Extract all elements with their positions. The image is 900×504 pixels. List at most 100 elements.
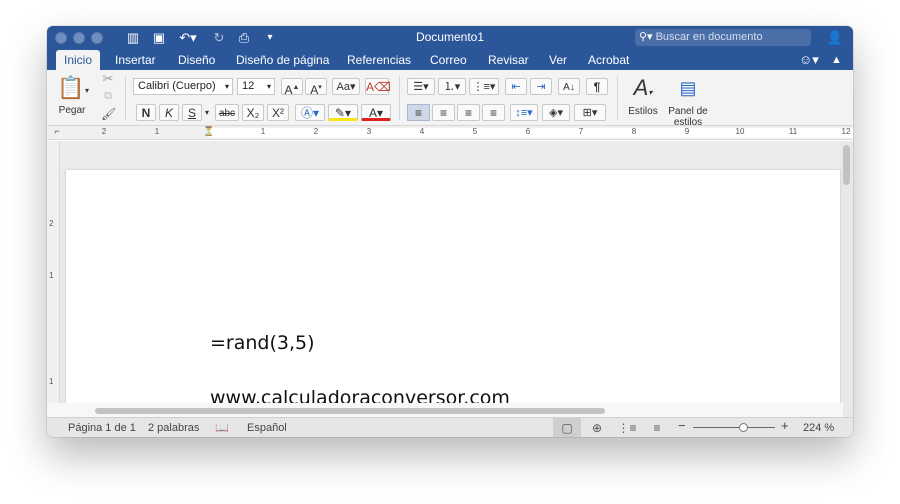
zoom-level[interactable]: 224 % — [803, 421, 834, 435]
status-bar: Página 1 de 1 2 palabras 📖 Español ▢ ⊕ ⋮… — [47, 417, 853, 437]
styles-pane-label-1: Panel de — [668, 106, 708, 117]
page-count[interactable]: Página 1 de 1 — [68, 421, 136, 435]
ruler-number: 2 — [313, 127, 319, 136]
sort-icon[interactable]: A↓ — [558, 78, 580, 95]
ruler-number: 5 — [472, 127, 478, 136]
numbering-icon[interactable]: ⒈▾ — [438, 78, 466, 95]
tab-inicio[interactable]: Inicio — [56, 50, 101, 70]
styles-label: Estilos — [628, 106, 658, 117]
strikethrough-button[interactable]: abc — [215, 104, 239, 121]
bullets-icon[interactable]: ☰▾ — [407, 78, 435, 95]
underline-button[interactable]: S — [182, 104, 202, 121]
bold-button[interactable]: N — [136, 104, 156, 121]
increase-indent-icon[interactable]: ⇥ — [530, 78, 552, 95]
ribbon-tabs: Inicio Insertar Diseño Diseño de página … — [47, 50, 853, 70]
change-case-icon[interactable]: Aa▾ — [332, 78, 360, 95]
tab-correo[interactable]: Correo — [430, 50, 467, 70]
tab-insertar[interactable]: Insertar — [115, 50, 156, 70]
zoom-out-button[interactable]: − — [678, 419, 686, 433]
ruler-number: 2 — [101, 127, 107, 136]
ruler-number: 11 — [788, 127, 798, 136]
styles-pane-label[interactable]: Panel de estilos — [665, 106, 711, 128]
search-icon: ⚲▾ — [639, 31, 653, 43]
collapse-ribbon-icon[interactable]: ▲ — [831, 50, 842, 70]
tab-revisar[interactable]: Revisar — [488, 50, 529, 70]
tab-diseno[interactable]: Diseño — [178, 50, 215, 70]
line-spacing-icon[interactable]: ↕≡▾ — [510, 104, 538, 121]
align-right-icon[interactable]: ≡ — [457, 104, 480, 121]
ribbon-home: 📋 ▾ Pegar ✂ ⧉ 🖌 Calibri (Cuerpo) ▾ 12 ▾ A▲… — [47, 70, 853, 128]
ruler-number: 1 — [260, 127, 266, 136]
clear-formatting-icon[interactable]: A⌫ — [365, 78, 391, 95]
shading-icon[interactable]: ◈▾ — [542, 104, 570, 121]
font-name-select[interactable]: Calibri (Cuerpo) ▾ — [133, 78, 233, 95]
web-layout-icon[interactable]: ⊕ — [583, 418, 611, 437]
zoom-in-button[interactable]: + — [781, 419, 789, 433]
paste-options-chevron-icon[interactable]: ▾ — [83, 82, 91, 99]
ruler-number: 3 — [366, 127, 372, 136]
title-bar: ▥ ▣ ↶▾ ↻ ⎙ ▾ Documento1 ⚲▾ Buscar en docu… — [47, 26, 853, 50]
separator — [399, 76, 400, 120]
styles-pane-icon[interactable]: ▤ — [675, 74, 701, 102]
tab-ver[interactable]: Ver — [549, 50, 567, 70]
cut-icon[interactable]: ✂ — [101, 70, 115, 87]
document-area: 2 1 1 =rand(3,5) www.calculadoraconverso… — [47, 141, 853, 417]
format-painter-icon[interactable]: 🖌 — [101, 106, 116, 123]
multilevel-list-icon[interactable]: ⋮≡▾ — [469, 78, 499, 95]
smiley-feedback-icon[interactable]: ☺▾ — [799, 50, 819, 70]
draft-view-icon[interactable]: ≡ — [643, 418, 671, 437]
outline-view-icon[interactable]: ⋮≡ — [613, 418, 641, 437]
styles-gallery-icon[interactable]: A▾ — [627, 74, 659, 102]
zoom-slider-track[interactable] — [693, 427, 775, 428]
print-layout-icon[interactable]: ▢ — [553, 418, 581, 437]
word-count[interactable]: 2 palabras — [148, 421, 199, 435]
ruler-number: 9 — [684, 127, 690, 136]
vertical-scrollbar[interactable] — [843, 145, 850, 185]
font-size-value: 12 — [242, 80, 255, 92]
borders-icon[interactable]: ⊞▾ — [574, 104, 606, 121]
highlight-color-icon[interactable]: ✎▾ — [328, 104, 358, 121]
document-page[interactable]: =rand(3,5) www.calculadoraconversor.com — [66, 170, 840, 417]
font-size-select[interactable]: 12 ▾ — [237, 78, 275, 95]
language[interactable]: Español — [247, 421, 287, 435]
font-name-chevron-icon: ▾ — [224, 82, 229, 91]
ruler-number: 4 — [419, 127, 425, 136]
justify-icon[interactable]: ≡ — [482, 104, 505, 121]
ruler-number: 1 — [154, 127, 160, 136]
vertical-ruler[interactable]: 2 1 1 — [47, 141, 60, 417]
font-size-chevron-icon: ▾ — [266, 82, 271, 91]
tab-acrobat[interactable]: Acrobat — [588, 50, 629, 70]
font-name-value: Calibri (Cuerpo) — [138, 80, 216, 92]
tab-diseno-pagina[interactable]: Diseño de página — [236, 50, 329, 70]
grow-font-icon[interactable]: A▲ — [281, 78, 303, 97]
ruler-number: 6 — [525, 127, 531, 136]
proofing-icon[interactable]: 📖 — [215, 421, 229, 435]
tab-referencias[interactable]: Referencias — [347, 50, 411, 70]
horizontal-ruler[interactable]: ⌐ 2 1 ⏳ 1 2 3 4 5 6 7 8 9 10 11 12 — [47, 126, 853, 140]
align-left-icon[interactable]: ≡ — [407, 104, 430, 121]
separator — [125, 76, 126, 120]
ruler-number: 7 — [578, 127, 584, 136]
show-marks-icon[interactable]: ¶ — [586, 78, 608, 95]
vruler-number: 1 — [49, 271, 54, 280]
subscript-button[interactable]: X₂ — [242, 104, 264, 121]
clipboard-icon[interactable]: 📋 — [57, 74, 84, 102]
share-icon[interactable]: 👤 — [825, 29, 845, 47]
document-line[interactable]: =rand(3,5) — [210, 332, 315, 354]
text-effects-icon[interactable]: Ⓐ▾ — [295, 104, 325, 121]
search-input[interactable]: ⚲▾ Buscar en documento — [635, 29, 811, 46]
italic-button[interactable]: K — [159, 104, 179, 121]
decrease-indent-icon[interactable]: ⇤ — [505, 78, 527, 95]
align-center-icon[interactable]: ≡ — [432, 104, 455, 121]
zoom-slider-handle[interactable] — [739, 423, 748, 432]
word-window: ▥ ▣ ↶▾ ↻ ⎙ ▾ Documento1 ⚲▾ Buscar en docu… — [47, 26, 853, 437]
font-color-icon[interactable]: A▾ — [361, 104, 391, 121]
underline-chevron-icon[interactable]: ▾ — [203, 104, 211, 121]
copy-icon[interactable]: ⧉ — [101, 88, 115, 105]
separator — [617, 76, 618, 120]
horizontal-scrollbar[interactable] — [95, 408, 605, 414]
indent-marker-icon[interactable]: ⏳ — [203, 126, 215, 137]
superscript-button[interactable]: X² — [267, 104, 289, 121]
shrink-font-icon[interactable]: A▾ — [305, 78, 327, 97]
tab-stop-icon[interactable]: ⌐ — [51, 126, 63, 136]
